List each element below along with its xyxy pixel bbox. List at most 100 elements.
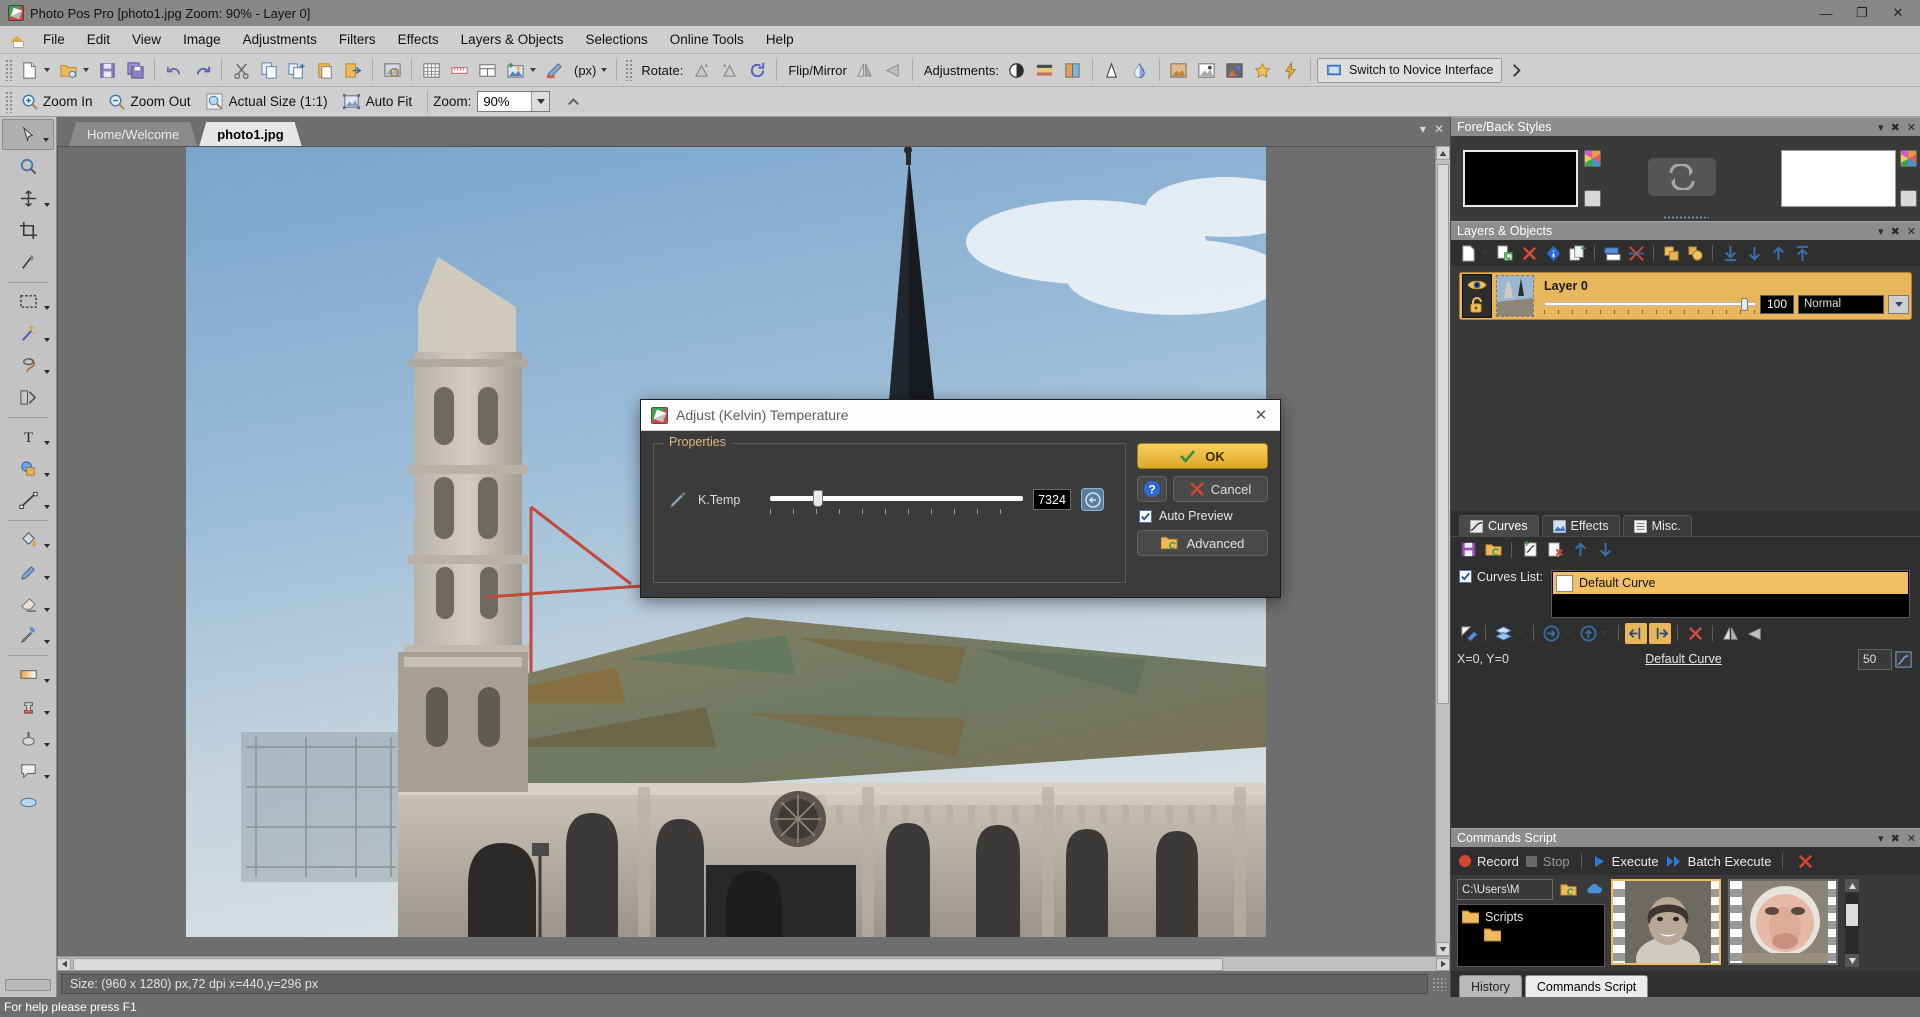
menu-adjustments[interactable]: Adjustments — [232, 27, 328, 52]
batch-execute-button[interactable]: Batch Execute — [1666, 854, 1771, 869]
flip-curve-horizontal-button[interactable] — [1719, 623, 1741, 644]
layer-opacity-value[interactable]: 100 — [1760, 294, 1794, 314]
horizontal-scroll-thumb[interactable] — [73, 957, 1223, 971]
pin-icon[interactable]: ✖ — [1891, 832, 1900, 845]
reset-curve-button[interactable] — [1684, 623, 1706, 644]
paste-button[interactable] — [312, 57, 338, 83]
close-panel-icon[interactable]: ✕ — [1907, 225, 1916, 238]
add-image-button[interactable] — [502, 57, 528, 83]
open-file-dropdown-icon[interactable] — [83, 68, 89, 72]
collapse-icon[interactable]: ▾ — [1878, 121, 1884, 134]
bring-forward-button[interactable] — [1767, 243, 1789, 264]
tool-brush-caret-icon[interactable] — [44, 576, 50, 580]
undo-button[interactable] — [161, 57, 187, 83]
zoom-toolbar-collapse-button[interactable] — [560, 89, 586, 115]
delete-curve-button[interactable] — [1544, 539, 1566, 560]
close-panel-icon[interactable]: ✕ — [1907, 832, 1916, 845]
menu-view[interactable]: View — [121, 27, 172, 52]
favorites-button[interactable] — [1250, 57, 1276, 83]
tool-transform[interactable] — [2, 183, 54, 214]
tool-eyedropper[interactable] — [2, 620, 54, 651]
canvas-vertical-scrollbar[interactable] — [1435, 146, 1450, 956]
curve-value-input[interactable]: 50 — [1858, 648, 1892, 670]
auto-fit-button[interactable] — [339, 89, 365, 115]
flip-vertical-button[interactable] — [852, 57, 878, 83]
open-file-button[interactable] — [55, 57, 81, 83]
zoom-toolbar-grip[interactable] — [5, 90, 12, 113]
foreground-color-picker-icon[interactable] — [1584, 150, 1601, 167]
new-file-button[interactable] — [16, 57, 42, 83]
measure-button[interactable] — [541, 57, 567, 83]
scripts-tree-child[interactable] — [1462, 928, 1600, 942]
tab-commands-script[interactable]: Commands Script — [1524, 975, 1649, 997]
tool-palette-footer[interactable] — [5, 979, 51, 991]
copy-merged-button[interactable] — [284, 57, 310, 83]
tool-eyedropper-caret-icon[interactable] — [44, 640, 50, 644]
tool-move[interactable] — [2, 119, 54, 150]
collapse-icon[interactable]: ▾ — [1878, 832, 1884, 845]
ok-button[interactable]: OK — [1137, 443, 1268, 469]
actual-size-label[interactable]: Actual Size (1:1) — [229, 94, 328, 109]
add-layer-group-button[interactable] — [1566, 243, 1588, 264]
send-backward-button[interactable] — [1743, 243, 1765, 264]
blur-button[interactable] — [1127, 57, 1153, 83]
tabbar-dropdown-icon[interactable]: ▾ — [1420, 122, 1426, 136]
home-button[interactable] — [2, 27, 32, 53]
zoom-out-button[interactable] — [104, 89, 130, 115]
zoom-level-dropdown-icon[interactable] — [531, 92, 550, 111]
tool-line[interactable] — [2, 485, 54, 516]
tool-magic-wand-caret-icon[interactable] — [44, 338, 50, 342]
curve-move-down-button[interactable] — [1594, 539, 1616, 560]
dialog-close-button[interactable]: ✕ — [1248, 402, 1274, 428]
zoom-level-combobox[interactable]: 90% — [477, 91, 551, 112]
tool-gradient[interactable] — [2, 659, 54, 690]
curve-pick-button[interactable] — [1892, 649, 1914, 670]
group-objects-button[interactable] — [1684, 243, 1706, 264]
flip-curve-vertical-button[interactable] — [1743, 623, 1765, 644]
duplicate-layer-button[interactable] — [1494, 243, 1516, 264]
ktemp-slider[interactable] — [770, 489, 1023, 514]
toolbar-grip-2[interactable] — [625, 59, 633, 81]
tool-eraser-caret-icon[interactable] — [44, 608, 50, 612]
grid-button[interactable] — [418, 57, 444, 83]
merge-layers-button[interactable] — [1601, 243, 1623, 264]
tool-slice[interactable] — [2, 247, 54, 278]
tool-ellipse[interactable] — [2, 787, 54, 818]
script-thumbnail[interactable] — [1728, 879, 1838, 965]
tool-eraser[interactable] — [2, 588, 54, 619]
auto-preview-row[interactable]: Auto Preview — [1137, 509, 1268, 523]
layer-row[interactable]: Layer 0 100 Normal — [1459, 272, 1912, 320]
actual-size-button[interactable] — [202, 89, 228, 115]
scripts-path-input[interactable]: C:\Users\M — [1457, 879, 1553, 900]
ktemp-reset-button[interactable] — [1081, 488, 1104, 511]
tool-transform-caret-icon[interactable] — [44, 203, 50, 207]
tool-clone-stamp-caret-icon[interactable] — [44, 711, 50, 715]
menu-file[interactable]: File — [32, 27, 76, 52]
menu-layers-objects[interactable]: Layers & Objects — [450, 27, 575, 52]
menu-edit[interactable]: Edit — [76, 27, 121, 52]
new-file-dropdown-icon[interactable] — [44, 68, 50, 72]
horizontal-scroll-track[interactable] — [71, 957, 1436, 971]
copy-button[interactable] — [256, 57, 282, 83]
image-preview-button[interactable] — [379, 57, 405, 83]
curves-list[interactable]: Default Curve — [1551, 570, 1910, 618]
curve-input-dropdown-icon[interactable] — [1565, 631, 1571, 635]
foreground-color-swatch[interactable] — [1463, 150, 1578, 207]
tabbar-close-icon[interactable]: ✕ — [1434, 122, 1444, 136]
opacity-knob[interactable] — [1741, 298, 1748, 311]
tool-dodge-burn-caret-icon[interactable] — [44, 743, 50, 747]
scroll-down-button[interactable] — [1436, 942, 1450, 956]
add-curve-button[interactable] — [1519, 539, 1541, 560]
save-all-button[interactable] — [122, 57, 148, 83]
color-balance-button[interactable] — [1060, 57, 1086, 83]
close-button[interactable]: ✕ — [1880, 1, 1916, 25]
cancel-button[interactable]: Cancel — [1173, 476, 1268, 502]
ktemp-value-input[interactable]: 7324 — [1033, 489, 1071, 510]
collapse-icon[interactable]: ▾ — [1878, 225, 1884, 238]
stop-button[interactable]: Stop — [1525, 854, 1570, 869]
maximize-button[interactable]: ❐ — [1844, 1, 1880, 25]
tool-zoom[interactable] — [2, 151, 54, 182]
menu-selections[interactable]: Selections — [574, 27, 658, 52]
layer-thumbnail[interactable] — [1496, 275, 1534, 317]
image-effect-2-button[interactable] — [1194, 57, 1220, 83]
